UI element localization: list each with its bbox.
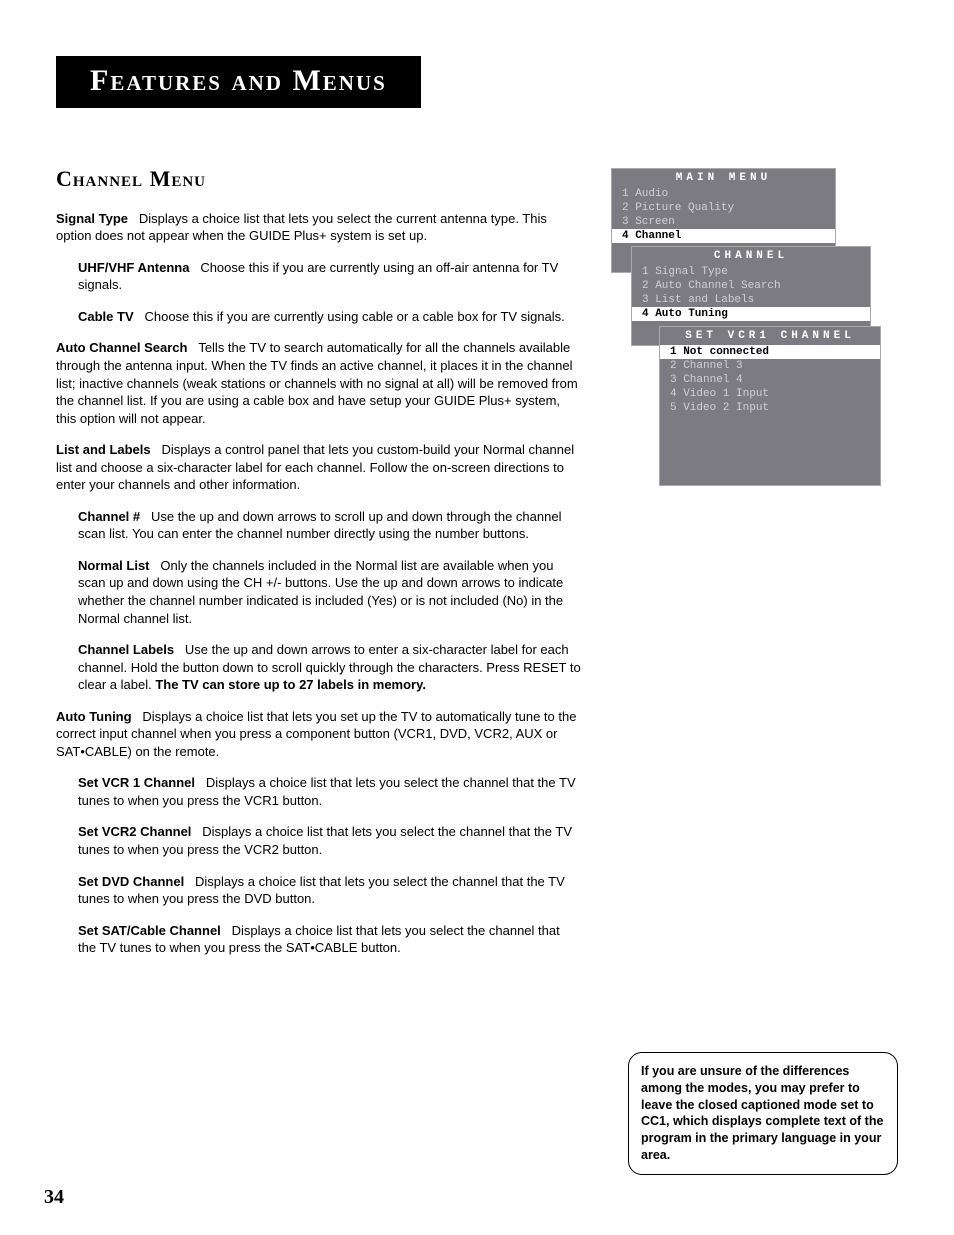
entry: Normal ListOnly the channels included in… [78, 557, 581, 627]
entry-label: UHF/VHF Antenna [78, 260, 200, 275]
section-title: Channel Menu [56, 164, 581, 194]
entry: UHF/VHF AntennaChoose this if you are cu… [78, 259, 581, 294]
entry-label: Auto Channel Search [56, 340, 198, 355]
osd-set-vcr1-menu: SET VCR1 CHANNEL 1 Not connected2 Channe… [659, 326, 881, 486]
page-number: 34 [44, 1186, 64, 1209]
entry-label: Set VCR2 Channel [78, 824, 202, 839]
entry: Channel #Use the up and down arrows to s… [78, 508, 581, 543]
entry: Auto Channel SearchTells the TV to searc… [56, 339, 581, 427]
osd-row: 1 Audio [612, 187, 835, 201]
entry: Set VCR2 ChannelDisplays a choice list t… [78, 823, 581, 858]
entry: Set DVD ChannelDisplays a choice list th… [78, 873, 581, 908]
osd-row: 1 Not connected [660, 345, 880, 359]
osd-row: 2 Picture Quality [612, 201, 835, 215]
osd-row: 3 Channel 4 [660, 373, 880, 387]
right-column: MAIN MENU 1 Audio2 Picture Quality3 Scre… [611, 164, 881, 971]
osd-row: 4 Video 1 Input [660, 387, 880, 401]
osd-row: 4 Channel [612, 229, 835, 243]
entry-bold-tail: The TV can store up to 27 labels in memo… [155, 677, 426, 692]
entry: Set VCR 1 ChannelDisplays a choice list … [78, 774, 581, 809]
entry: Signal TypeDisplays a choice list that l… [56, 210, 581, 245]
entry-label: Channel Labels [78, 642, 185, 657]
osd-row: 2 Auto Channel Search [632, 279, 870, 293]
entry: List and LabelsDisplays a control panel … [56, 441, 581, 494]
entry: Cable TVChoose this if you are currently… [78, 308, 581, 326]
entry: Channel LabelsUse the up and down arrows… [78, 641, 581, 694]
entry-label: Channel # [78, 509, 151, 524]
entry-label: Set SAT/Cable Channel [78, 923, 232, 938]
osd-row: 2 Channel 3 [660, 359, 880, 373]
entry-label: Set DVD Channel [78, 874, 195, 889]
osd-row: 3 Screen [612, 215, 835, 229]
note-box: If you are unsure of the differences amo… [628, 1052, 898, 1175]
entry-label: Signal Type [56, 211, 139, 226]
entry-label: Auto Tuning [56, 709, 142, 724]
left-column: Channel Menu Signal TypeDisplays a choic… [56, 164, 581, 971]
entry-label: Cable TV [78, 309, 144, 324]
entry: Auto TuningDisplays a choice list that l… [56, 708, 581, 761]
osd-title: CHANNEL [632, 247, 870, 265]
osd-row: 4 Auto Tuning [632, 307, 870, 321]
osd-row: 5 Video 2 Input [660, 401, 880, 415]
osd-row: 3 List and Labels [632, 293, 870, 307]
osd-title: SET VCR1 CHANNEL [660, 327, 880, 345]
entry-label: Set VCR 1 Channel [78, 775, 206, 790]
entry-label: List and Labels [56, 442, 161, 457]
osd-title: MAIN MENU [612, 169, 835, 187]
chapter-header: Features and Menus [56, 56, 421, 108]
entry: Set SAT/Cable ChannelDisplays a choice l… [78, 922, 581, 957]
entry-label: Normal List [78, 558, 160, 573]
osd-row: 1 Signal Type [632, 265, 870, 279]
